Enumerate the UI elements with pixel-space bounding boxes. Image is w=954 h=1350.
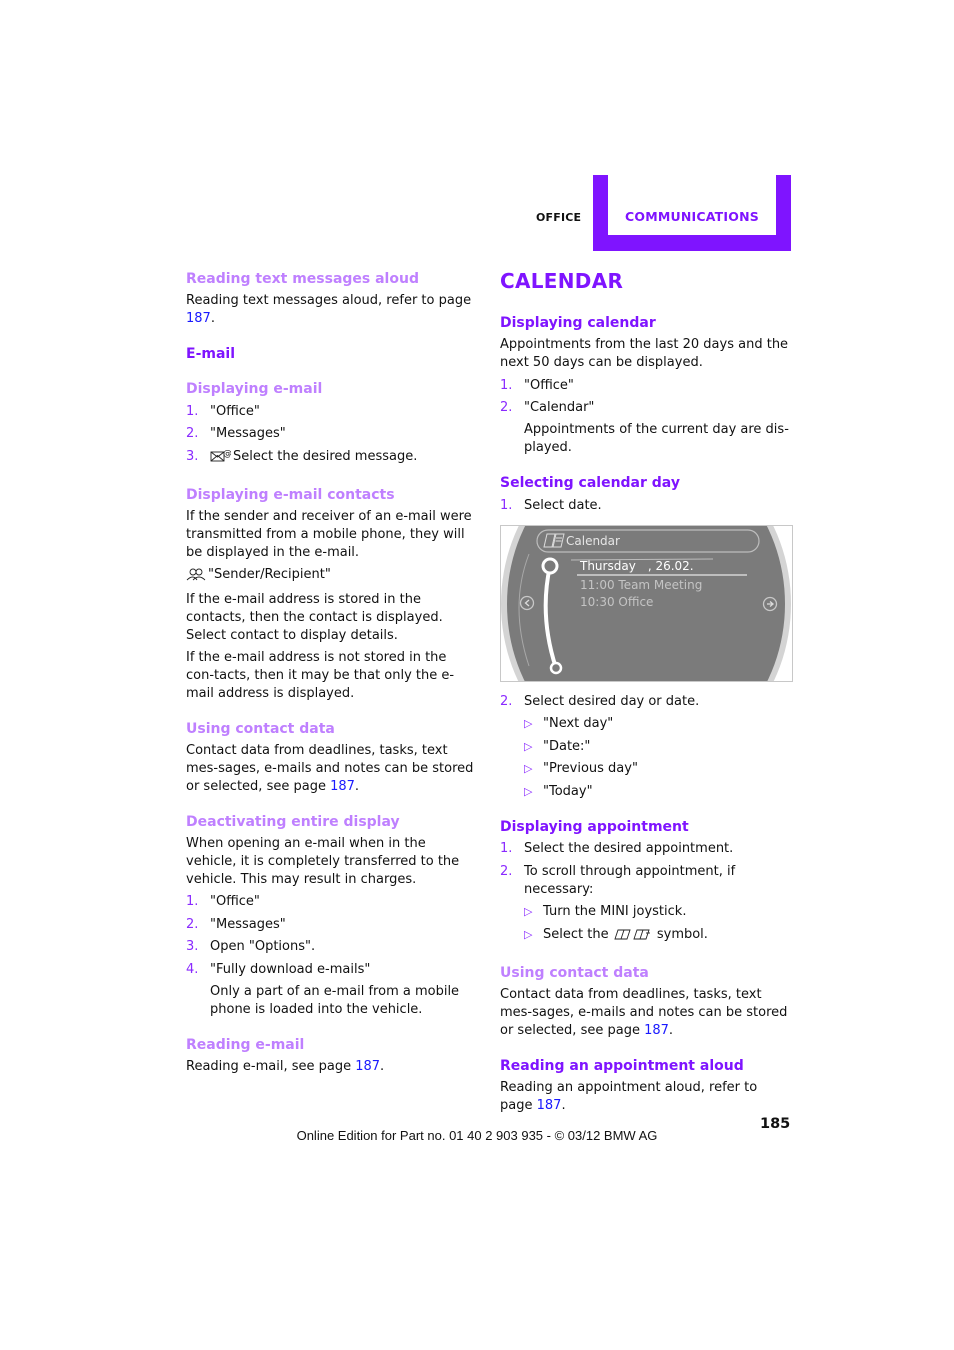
step: 1. "Office" (186, 894, 260, 909)
section-heading: Displaying calendar (500, 315, 656, 331)
page-link[interactable]: 187 (537, 1098, 562, 1113)
bullet-item: ▷ Turn the MINI joystick. (524, 904, 687, 919)
step-note: Appointments of the current day are dis-… (524, 422, 789, 455)
step: 1. Select date. (500, 497, 602, 513)
section-heading-email: E-mail (186, 346, 236, 362)
section-heading: Selecting calendar day (500, 475, 680, 491)
options-list: ▷ "Next day" ▷ "Date:" ▷ "Previous day" ▷ "T… (500, 715, 792, 801)
option-item: ▷ "Date:" (524, 738, 591, 754)
paragraph: Reading an appointment aloud, refer to p… (500, 1079, 758, 1113)
triangle-bullet-icon: ▷ (524, 739, 533, 753)
triangle-bullet-icon: ▷ (524, 927, 533, 941)
paragraph: When opening an e-mail when in the vehic… (186, 835, 460, 887)
appointment-item: 11:00 Team Meeting (580, 578, 702, 592)
paragraph: Reading e-mail, see page 187. (186, 1058, 385, 1074)
step: 1. "Office" (186, 403, 260, 419)
step: 4. "Fully download e-mails" (186, 961, 371, 977)
timeline-bottom-knob (549, 661, 563, 675)
page-link[interactable]: 187 (644, 1023, 669, 1038)
page-link[interactable]: 187 (186, 311, 211, 326)
bullet-item: ▷ Select the symbol. (500, 926, 792, 947)
steps-list: 2. Select desired day or date. (500, 693, 792, 711)
option-item: ▷ "Previous day" (524, 761, 638, 776)
step: 2. "Messages" (186, 426, 286, 441)
chapter-title: COMMUNICATIONS (625, 209, 759, 224)
paragraph: Contact data from deadlines, tasks, text… (500, 986, 788, 1038)
section-heading: Reading an appointment aloud (500, 1057, 744, 1074)
menu-item-line: "Sender/Recipient" (186, 566, 478, 587)
section-heading: Using contact data (500, 964, 649, 981)
chapter-tab: COMMUNICATIONS (593, 175, 791, 251)
timeline-top-knob (541, 557, 559, 575)
envelope-at-icon: @ (210, 448, 232, 469)
page-scroll-icon (613, 928, 651, 947)
triangle-bullet-icon: ▷ (524, 717, 533, 730)
svg-text:@: @ (223, 449, 231, 459)
steps-list: 1. "Office" 2. "Calendar" (500, 377, 792, 418)
step: 2. Select desired day or date. (500, 693, 700, 709)
paragraph: If the e-mail address is stored in the c… (186, 591, 443, 643)
paragraph: Appointments from the last 20 days and t… (500, 337, 789, 370)
right-column-continued: 2. Select desired day or date. ▷ "Next day… (500, 688, 792, 1115)
left-column: Reading text messages aloud Reading text… (186, 270, 478, 1076)
step-note: Only a part of an e-mail from a mobile p… (210, 983, 460, 1017)
step: 3. Open "Options". (186, 939, 316, 954)
step: 1. Select the desired appointment. (500, 841, 734, 856)
option-item: ▷ "Today" (524, 783, 593, 799)
calendar-screen: Calendar Thursday, 26.02. 11:00 Team Mee… (500, 525, 793, 682)
triangle-bullet-icon: ▷ (524, 905, 533, 918)
screen-title: Calendar (566, 534, 620, 548)
paragraph: Reading text messages aloud, refer to pa… (186, 293, 472, 326)
section-heading: Deactivating entire display (186, 813, 400, 830)
page-link[interactable]: 187 (330, 779, 355, 794)
chapter-heading: CALENDAR (500, 269, 624, 293)
steps-list: 1. "Office" 2. "Messages" 3. Open "Options"… (186, 893, 478, 979)
paragraph: If the e-mail address is not stored in t… (186, 649, 455, 701)
steps-list: 1."Office" 2."Messages" 3. @ Select the … (186, 403, 478, 469)
header-section-label: OFFICE (536, 211, 582, 224)
bullet-list: ▷ Turn the MINI joystick. ▷ Select the sym… (500, 903, 792, 947)
paragraph: If the sender and receiver of an e-mail … (186, 508, 472, 560)
step: 2. "Messages" (186, 916, 286, 932)
step: 2. To scroll through appointment, if nece… (500, 863, 736, 897)
step: 2. "Calendar" (500, 400, 595, 415)
paragraph: Contact data from deadlines, tasks, text… (186, 742, 474, 794)
section-heading: Displaying e-mail (186, 381, 323, 397)
section-heading: Displaying appointment (500, 818, 689, 835)
section-heading: Displaying e-mail contacts (186, 486, 395, 503)
edition-footer: Online Edition for Part no. 01 40 2 903 … (296, 1128, 658, 1143)
right-column: CALENDAR Displaying calendar Appointment… (500, 268, 792, 515)
appointment-item: 10:30 Office (580, 595, 653, 609)
section-heading: Reading text messages aloud (186, 271, 419, 287)
option-item: ▷ "Next day" (524, 716, 614, 731)
steps-list: 1. Select date. (500, 497, 792, 515)
triangle-bullet-icon: ▷ (524, 762, 533, 775)
section-heading: Using contact data (186, 720, 335, 737)
triangle-bullet-icon: ▷ (524, 784, 533, 798)
steps-list: 1. Select the desired appointment. 2. To s… (500, 840, 792, 899)
contacts-icon (186, 567, 206, 587)
section-heading: Reading e-mail (186, 1036, 305, 1053)
step: 3. @ Select the desired message. (186, 448, 478, 469)
page-link[interactable]: 187 (355, 1059, 380, 1074)
step: 1. "Office" (500, 377, 574, 393)
